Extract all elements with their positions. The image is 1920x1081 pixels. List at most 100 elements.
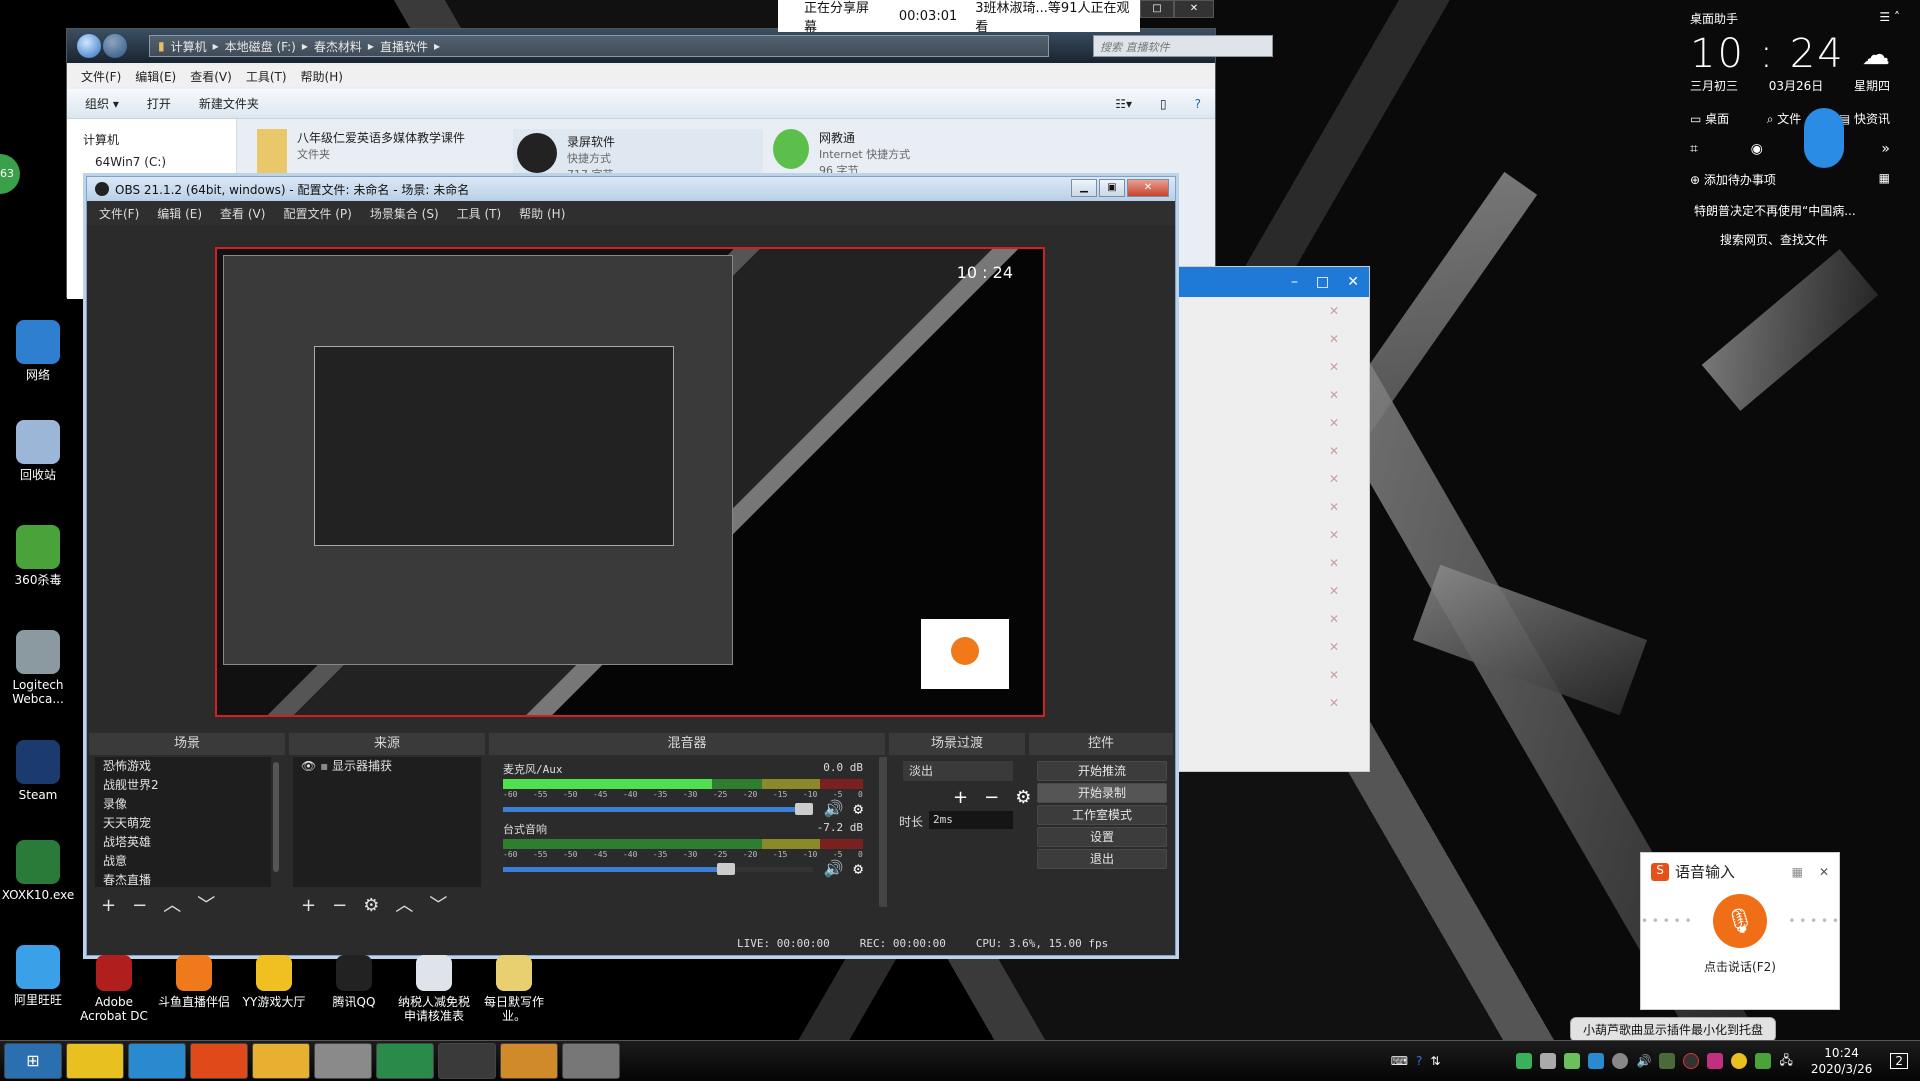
printer-tray-icon[interactable]	[1540, 1053, 1556, 1069]
desktop-icon[interactable]: 回收站	[0, 420, 76, 482]
mascot-icon[interactable]	[1804, 108, 1844, 168]
menu-tools[interactable]: 工具(T)	[246, 68, 287, 85]
explorer-taskbar-button[interactable]	[314, 1043, 372, 1079]
lock-icon[interactable]: ▪	[320, 759, 328, 773]
maximize-button[interactable]: □	[1140, 0, 1174, 18]
obs-menu-item[interactable]: 场景集合 (S)	[370, 205, 439, 222]
transition-settings-gear-icon[interactable]: ⚙	[1015, 787, 1031, 808]
desktop-icon[interactable]: 网络	[0, 320, 76, 382]
microphone-button[interactable]: 🎙	[1713, 894, 1767, 948]
preview-pane-icon[interactable]: ▯	[1160, 97, 1167, 111]
mute-icon[interactable]: ✕	[1179, 325, 1369, 353]
refresh-tray-icon[interactable]	[1516, 1053, 1532, 1069]
mute-icon[interactable]: ✕	[1179, 437, 1369, 465]
mute-icon[interactable]: ✕	[1179, 521, 1369, 549]
weather-cloud-icon[interactable]: ☁	[1862, 38, 1890, 71]
obs-menu-item[interactable]: 文件(F)	[99, 205, 139, 222]
minimize-button[interactable]: –	[1291, 274, 1298, 290]
maximize-button[interactable]: □	[1316, 274, 1329, 290]
scene-item[interactable]: 录像	[95, 795, 271, 814]
mute-icon[interactable]: ✕	[1179, 661, 1369, 689]
move-source-down-button[interactable]: ﹀	[429, 897, 447, 915]
desktop-icon[interactable]: 每日默写作业。	[476, 955, 552, 1023]
mute-icon[interactable]: ✕	[1179, 465, 1369, 493]
forward-button[interactable]	[103, 34, 127, 58]
breadcrumb-1[interactable]: 本地磁盘 (F:)	[225, 38, 296, 55]
webcam-tray-icon[interactable]	[1612, 1053, 1628, 1069]
en-taskbar-button[interactable]	[376, 1043, 434, 1079]
desktop-icon[interactable]: 腾讯QQ	[316, 955, 392, 1009]
source-item[interactable]: 👁 ▪ 显示器捕获	[293, 757, 481, 776]
obs-menu-item[interactable]: 工具 (T)	[457, 205, 502, 222]
remove-transition-button[interactable]: −	[984, 787, 999, 808]
menu-file[interactable]: 文件(F)	[81, 68, 121, 85]
visibility-eye-icon[interactable]: 👁	[301, 759, 316, 773]
help-icon[interactable]: ?	[1416, 1054, 1422, 1068]
crop-icon[interactable]: ⌗	[1690, 141, 1698, 157]
news-item[interactable]: 特朗普决定不再使用“中国病...	[1694, 202, 1910, 219]
qr-code-icon[interactable]: ▦	[1879, 171, 1890, 188]
eye-icon[interactable]: ◉	[1751, 141, 1763, 157]
obs-menu-item[interactable]: 配置文件 (P)	[283, 205, 351, 222]
close-icon[interactable]: ✕	[1819, 865, 1829, 879]
settings-button[interactable]: 设置	[1037, 827, 1167, 847]
slider-thumb[interactable]	[795, 803, 813, 815]
mute-icon[interactable]: ✕	[1179, 577, 1369, 605]
breadcrumb-3[interactable]: 直播软件	[380, 38, 428, 55]
move-scene-up-button[interactable]: ︿	[163, 897, 181, 915]
360-tray-icon[interactable]	[1755, 1053, 1771, 1069]
duration-input[interactable]: 2ms	[929, 811, 1013, 829]
organize-button[interactable]: 组织 ▾	[85, 95, 119, 112]
mute-icon[interactable]: ✕	[1179, 297, 1369, 325]
qr-icon[interactable]: ▦	[1792, 865, 1803, 879]
mute-icon[interactable]: ✕	[1179, 353, 1369, 381]
desktop-icon[interactable]: Logitech Webca...	[0, 630, 76, 706]
desktop-icon[interactable]: 纳税人减免税申请核准表	[396, 955, 472, 1023]
search-input[interactable]: 搜索 直播软件	[1093, 35, 1273, 57]
plus-tray-icon[interactable]	[1731, 1053, 1747, 1069]
preview-canvas[interactable]: 10 : 24	[215, 247, 1045, 717]
nav-computer[interactable]: 计算机	[83, 129, 236, 151]
scene-item[interactable]: 恐怖游戏	[95, 757, 271, 776]
mute-icon[interactable]: ✕	[1179, 549, 1369, 577]
shortcut-desktop[interactable]: ▭ 桌面	[1690, 110, 1729, 127]
start-taskbar-button[interactable]: ⊞	[4, 1043, 62, 1079]
breadcrumb-2[interactable]: 春杰材料	[314, 38, 362, 55]
menu-help[interactable]: 帮助(H)	[301, 68, 343, 85]
ime-icon[interactable]: ⇅	[1430, 1054, 1440, 1068]
360-taskbar-button[interactable]	[66, 1043, 124, 1079]
scene-item[interactable]: 战舰世界2	[95, 776, 271, 795]
desktop-icon[interactable]: Adobe Acrobat DC	[76, 955, 152, 1023]
widget-menu-icon[interactable]: ☰ ˄	[1879, 10, 1900, 27]
volume-icon[interactable]: 🔊	[1636, 1054, 1651, 1068]
desktop-icon[interactable]: XOXK10.exe	[0, 840, 76, 902]
back-button[interactable]	[77, 34, 101, 58]
add-source-button[interactable]: +	[301, 897, 316, 915]
volume-slider[interactable]	[503, 807, 813, 812]
qq-tray-icon[interactable]	[1707, 1053, 1723, 1069]
mute-icon[interactable]: ✕	[1179, 605, 1369, 633]
menu-view[interactable]: 查看(V)	[190, 68, 232, 85]
shortcut-files[interactable]: ⌕ 文件	[1767, 110, 1802, 127]
address-bar[interactable]: ▮ 计算机▸ 本地磁盘 (F:)▸ 春杰材料▸ 直播软件▸	[149, 35, 1049, 57]
desktop-icon[interactable]: 阿里旺旺	[0, 945, 76, 1007]
help-icon[interactable]: ?	[1195, 97, 1201, 111]
volume-slider[interactable]	[503, 867, 813, 872]
add-scene-button[interactable]: +	[101, 897, 116, 915]
file-item[interactable]: 八年级仁爱英语多媒体教学课件文件夹	[257, 129, 465, 173]
breadcrumb-0[interactable]: 计算机	[171, 38, 207, 55]
speaker-icon[interactable]: 🔊	[823, 799, 843, 818]
maxthon-taskbar-button[interactable]	[128, 1043, 186, 1079]
speaker-icon[interactable]: 🔊	[823, 859, 843, 878]
move-source-up-button[interactable]: ︿	[395, 897, 413, 915]
transition-select[interactable]: 淡出	[903, 761, 1013, 781]
scene-item[interactable]: 战意	[95, 852, 271, 871]
desktop-icon[interactable]: 斗鱼直播伴侣	[156, 955, 232, 1009]
game-taskbar-button[interactable]	[500, 1043, 558, 1079]
slider-thumb[interactable]	[717, 863, 735, 875]
view-options-icon[interactable]: ☷▾	[1115, 97, 1132, 111]
mixer-scrollbar[interactable]	[879, 757, 887, 907]
scene-item[interactable]: 春杰直播	[95, 871, 271, 890]
file-item[interactable]: 网教通Internet 快捷方式96 字节	[773, 129, 910, 178]
gourd-tray-icon[interactable]	[1588, 1053, 1604, 1069]
